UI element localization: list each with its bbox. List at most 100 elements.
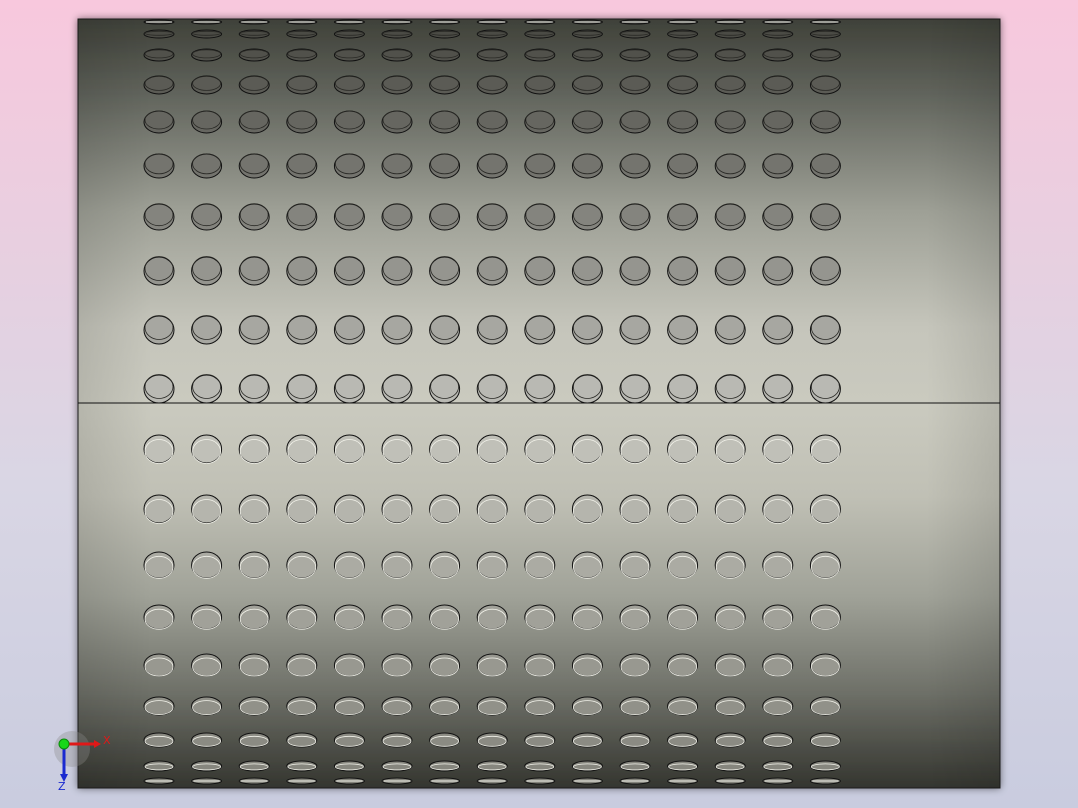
perforation-hole [238, 19, 270, 25]
perforation-hole [524, 19, 556, 25]
perforation-hole [667, 110, 699, 134]
perforation-hole [571, 732, 603, 748]
perforation-hole [476, 153, 508, 179]
perforation-hole [191, 760, 223, 772]
perforation-hole [333, 551, 365, 579]
perforation-hole [429, 374, 461, 404]
z-axis-label: Z [58, 780, 66, 793]
perforation-hole [429, 110, 461, 134]
perforation-hole [667, 48, 699, 62]
perforation-hole [571, 110, 603, 134]
perforation-hole [667, 604, 699, 630]
perforation-hole [619, 604, 651, 630]
perforation-hole [381, 315, 413, 345]
perforation-hole [286, 777, 318, 785]
perforation-hole [762, 75, 794, 95]
perforation-hole [809, 604, 841, 630]
perforation-hole [667, 75, 699, 95]
perforation-hole [667, 19, 699, 25]
perforation-hole [238, 696, 270, 716]
perforation-hole [524, 777, 556, 785]
perforation-hole [476, 203, 508, 231]
perforation-hole [619, 203, 651, 231]
perforation-hole [667, 760, 699, 772]
x-axis-label: X [103, 734, 111, 747]
perforation-hole [143, 48, 175, 62]
perforation-hole [381, 777, 413, 785]
perforation-hole [429, 604, 461, 630]
perforation-hole [619, 760, 651, 772]
perforation-hole [381, 110, 413, 134]
perforation-hole [143, 374, 175, 404]
perforation-hole [286, 551, 318, 579]
perforation-hole [143, 494, 175, 524]
perforation-hole [333, 696, 365, 716]
perforation-hole [381, 29, 413, 39]
perforation-hole [762, 732, 794, 748]
perforation-hole [571, 75, 603, 95]
perforation-hole [714, 604, 746, 630]
perforation-hole [809, 696, 841, 716]
perforation-hole [429, 551, 461, 579]
perforation-hole [286, 48, 318, 62]
perforation-hole [809, 29, 841, 39]
perforation-hole [762, 29, 794, 39]
perforation-hole [333, 110, 365, 134]
perforation-hole [238, 494, 270, 524]
perforation-hole [286, 494, 318, 524]
perforation-hole [571, 760, 603, 772]
perforation-hole [762, 696, 794, 716]
perforation-hole [762, 153, 794, 179]
perforation-hole [286, 110, 318, 134]
perforation-hole [762, 19, 794, 25]
perforation-hole [286, 315, 318, 345]
perforation-hole [714, 75, 746, 95]
perforation-hole [571, 494, 603, 524]
perforation-hole [238, 777, 270, 785]
perforation-hole [429, 19, 461, 25]
perforation-hole [619, 48, 651, 62]
perforation-hole [714, 494, 746, 524]
perforation-hole [571, 696, 603, 716]
perforation-hole [476, 494, 508, 524]
perforation-hole [524, 203, 556, 231]
perforation-hole [476, 110, 508, 134]
perforation-hole [619, 110, 651, 134]
perforation-hole [524, 434, 556, 464]
perforation-hole [571, 777, 603, 785]
perforation-hole [476, 256, 508, 286]
perforation-hole [238, 760, 270, 772]
perforation-hole [762, 315, 794, 345]
perforation-hole [667, 29, 699, 39]
perforation-hole [714, 153, 746, 179]
perforation-hole [762, 551, 794, 579]
perforation-hole [429, 777, 461, 785]
perforation-hole [143, 732, 175, 748]
perforation-hole [762, 374, 794, 404]
perforation-hole [143, 696, 175, 716]
perforation-hole [619, 551, 651, 579]
perforation-hole [714, 760, 746, 772]
3d-viewport[interactable]: X Z [0, 0, 1078, 808]
perforation-hole [571, 374, 603, 404]
perforation-hole [238, 29, 270, 39]
perforation-hole [381, 256, 413, 286]
perforation-hole [571, 434, 603, 464]
perforation-hole [714, 256, 746, 286]
perforation-hole [714, 777, 746, 785]
perforation-hole [809, 494, 841, 524]
perforation-hole [143, 653, 175, 677]
perforation-hole [714, 374, 746, 404]
perforation-hole [524, 29, 556, 39]
perforation-hole [143, 153, 175, 179]
perforation-hole [381, 203, 413, 231]
perforation-hole [476, 48, 508, 62]
perforation-hole [191, 48, 223, 62]
perforation-hole [286, 75, 318, 95]
perforation-hole [333, 434, 365, 464]
perforation-hole [286, 696, 318, 716]
perforation-hole [191, 374, 223, 404]
perforation-hole [333, 75, 365, 95]
perforation-hole [762, 48, 794, 62]
perforation-hole [286, 732, 318, 748]
